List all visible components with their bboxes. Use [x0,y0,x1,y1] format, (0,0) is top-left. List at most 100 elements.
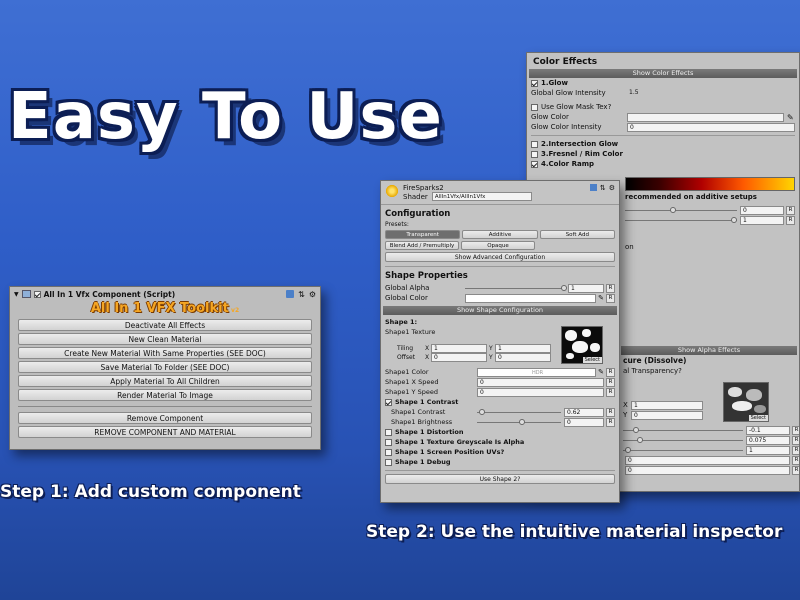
shape1-contrast-slider[interactable] [477,408,561,417]
shape-properties-title: Shape Properties [385,271,468,281]
eyedropper-icon[interactable]: ✎ [787,113,795,122]
ramp-slider-1[interactable] [625,206,737,215]
apply-material-children-button[interactable]: Apply Material To All Children [18,375,312,387]
global-color-field[interactable] [465,293,597,303]
tiling-y-field[interactable]: 1 [495,344,551,353]
dissolve-texture-preview[interactable]: Select [723,382,769,422]
glow-color-intensity-field[interactable]: 0 [627,122,795,132]
shape1-contrast-field[interactable]: 0.62 [564,407,604,417]
ramp-value-2[interactable]: 1 [740,215,784,225]
reset-button[interactable]: R [606,387,615,397]
preset-icon[interactable]: ⇅ [298,290,305,299]
reset-button[interactable]: R [786,215,795,225]
tiling-x-field[interactable]: 1 [431,344,487,353]
reset-button[interactable]: R [606,283,615,293]
preset-soft-add-button[interactable]: Soft Add [539,230,615,239]
offset-x-field[interactable]: 0 [431,353,487,362]
preset-icon[interactable]: ⇅ [600,184,606,192]
shape1-debug-checkbox[interactable] [385,458,392,466]
shape1-y-speed-field[interactable]: 0 [477,387,604,397]
eyedropper-icon[interactable]: ✎ [598,294,604,302]
dissolve-value-2[interactable]: 0.075 [746,435,790,445]
ramp-checkbox[interactable] [531,160,538,168]
dissolve-slider-2[interactable] [623,436,743,445]
reset-button[interactable]: R [606,293,615,303]
use-shape2-button[interactable]: Use Shape 2? [385,474,615,484]
select-button[interactable]: Select [748,415,768,421]
shape1-screen-uv-checkbox[interactable] [385,448,392,456]
reset-button[interactable]: R [786,205,795,215]
ramp-slider-2[interactable] [625,216,738,225]
shape1-texture-preview[interactable]: Select [561,326,603,364]
offset-y-field[interactable]: 0 [495,353,551,362]
shader-dropdown[interactable]: AllIn1Vfx/AllIn1Vfx [431,192,532,201]
remove-component-button[interactable]: Remove Component [18,412,312,424]
reset-button[interactable]: R [606,417,615,427]
show-alpha-effects-bar[interactable]: Show Alpha Effects [621,346,797,355]
reset-button[interactable]: R [792,445,799,455]
dissolve-value-3[interactable]: 1 [746,445,790,455]
global-alpha-field[interactable]: 1 [568,283,604,293]
glow-checkbox[interactable] [531,79,538,87]
glow-color-field[interactable] [627,112,784,122]
component-panel: ▼ All In 1 Vfx Component (Script) ⇅ ⚙ Al… [9,286,321,450]
eyedropper-icon[interactable]: ✎ [598,368,604,376]
dissolve-value-4[interactable]: 0 [625,455,790,465]
shape1-debug-label: Shape 1 Debug [395,458,451,466]
reset-button[interactable]: R [792,425,799,435]
reset-button[interactable]: R [792,435,799,445]
reset-button[interactable]: R [792,455,799,465]
shape1-distortion-checkbox[interactable] [385,428,392,436]
foldout-arrow-icon[interactable]: ▼ [14,291,19,298]
reset-button[interactable]: R [606,367,615,377]
create-new-material-button[interactable]: Create New Material With Same Properties… [18,347,312,359]
glow-intensity-field[interactable]: 1.5 [627,89,795,98]
ramp-value-1[interactable]: 0 [740,205,784,215]
new-clean-material-button[interactable]: New Clean Material [18,333,312,345]
dissolve-value-5[interactable]: 0 [625,465,790,475]
dissolve-slider-1[interactable] [623,426,743,435]
select-button[interactable]: Select [582,357,602,363]
shape1-brightness-slider[interactable] [477,418,561,427]
shape1-greyscale-checkbox[interactable] [385,438,392,446]
fresnel-label: 3.Fresnel / Rim Color [541,150,623,158]
component-enabled-checkbox[interactable] [33,290,41,298]
preset-transparent-button[interactable]: Transparent [385,230,461,239]
shape1-title: Shape 1: [385,318,418,326]
preset-blend-add-button[interactable]: Blend Add / Premultiply [385,241,459,250]
preset-additive-button[interactable]: Additive [462,230,538,239]
shape1-brightness-field[interactable]: 0 [564,417,604,427]
help-icon[interactable] [589,184,597,191]
save-material-button[interactable]: Save Material To Folder (SEE DOC) [18,361,312,373]
remove-component-and-material-button[interactable]: REMOVE COMPONENT AND MATERIAL [18,426,312,438]
dissolve-tiling-x[interactable]: 1 [631,400,703,410]
shape1-color-field[interactable]: HDR [477,367,597,377]
show-advanced-config-button[interactable]: Show Advanced Configuration [385,252,615,262]
help-icon[interactable] [286,290,295,298]
global-alpha-slider[interactable] [465,284,567,293]
reset-button[interactable]: R [606,407,615,417]
presets-label: Presets: [385,221,409,228]
color-ramp-gradient[interactable] [625,177,795,191]
glow-label: 1.Glow [541,79,568,87]
show-shape-config-bar[interactable]: Show Shape Configuration [383,306,617,315]
intersection-checkbox[interactable] [531,140,538,148]
gear-icon[interactable]: ⚙ [609,184,615,192]
fresnel-checkbox[interactable] [531,150,538,158]
shape1-x-speed-field[interactable]: 0 [477,377,604,387]
shape1-x-speed-label: Shape1 X Speed [385,378,439,386]
shape1-contrast-checkbox[interactable] [385,398,392,406]
reset-button[interactable]: R [606,377,615,387]
render-material-button[interactable]: Render Material To Image [18,389,312,401]
gear-icon[interactable]: ⚙ [309,290,316,299]
dissolve-value-1[interactable]: -0.1 [746,425,790,435]
dissolve-offset-y[interactable]: 0 [631,410,703,420]
deactivate-all-effects-button[interactable]: Deactivate All Effects [18,319,312,331]
reset-button[interactable]: R [792,465,799,475]
glow-mask-checkbox[interactable] [531,103,538,111]
component-title: All In 1 Vfx Component (Script) [43,289,176,299]
dissolve-slider-3[interactable] [623,446,743,455]
glow-toggle-row[interactable]: 1.Glow [531,78,795,88]
show-color-effects-bar[interactable]: Show Color Effects [529,69,797,78]
preset-opaque-button[interactable]: Opaque [461,241,535,250]
